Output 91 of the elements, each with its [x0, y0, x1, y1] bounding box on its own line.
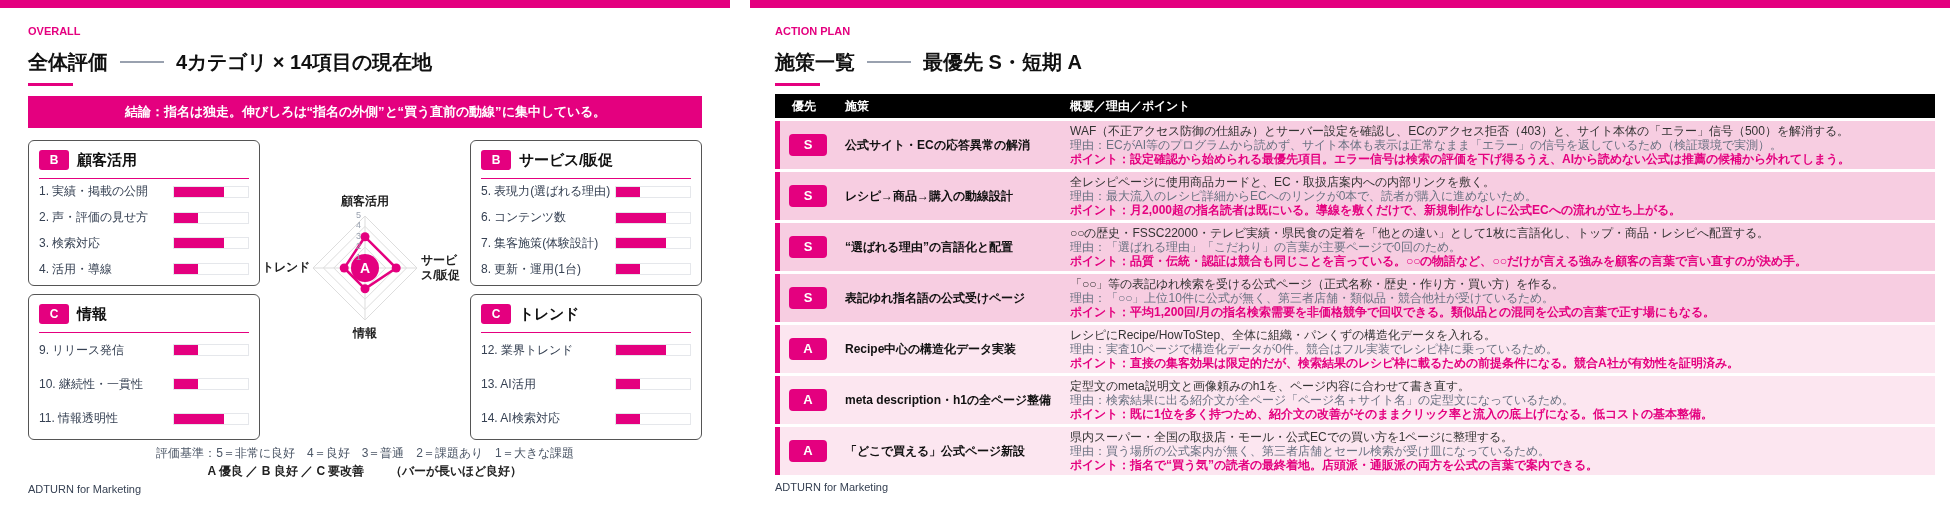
radar-point: [360, 284, 370, 294]
conclusion-banner: 結論：指名は独走。伸びしろは“指名の外側”と“買う直前の動線”に集中している。: [28, 96, 702, 128]
reason-text: 理由：実査10ページで構造化データが0件。競合はフル実装でレシピ枠に乗っているため。: [1070, 342, 1560, 356]
column-header: 概要／理由／ポイント: [1069, 98, 1191, 115]
tick-label: 5: [356, 211, 361, 220]
summary-text: 全レシピページに使用商品カードと、EC・取扱店案内への内部リンクを敷く。: [1070, 175, 1496, 189]
legend-note: （バーが長いほど良好）: [390, 464, 523, 479]
grade-badge: C: [481, 304, 511, 325]
point-text: ポイント：既に1位を多く持つため、紹介文の改善がそのままクリック率と流入の底上げになる。低コストの基本整備。: [1070, 407, 1714, 421]
item-label: 6. コンテンツ数: [481, 210, 568, 226]
priority-badge: S: [789, 236, 827, 258]
tick-label: 4: [356, 221, 361, 231]
summary-text: WAF（不正アクセス防御の仕組み）とサーバー設定を確認し、ECのアクセス拒否（403）と、サイト本体の「エラー」信号（500）を解消する。: [1070, 124, 1850, 138]
category-title: 情報: [77, 304, 107, 324]
grade-badge: C: [39, 304, 69, 325]
reason-text: 理由：「選ばれる理由」「こだわり」の言葉が主要ページで0回のため。: [1070, 240, 1462, 254]
priority-badge: A: [789, 338, 827, 360]
point-text: ポイント：平均1,200回/月の指名検索需要を非価格競争で回収できる。類似品との混同を公式の言葉で正す場にもなる。: [1070, 305, 1717, 319]
measure-title: 「どこで買える」公式ページ新設: [845, 443, 1025, 460]
column-header: 優先: [791, 98, 817, 115]
item-label: 12. 業界トレンド: [481, 342, 574, 358]
section-label: OVERALL: [28, 26, 82, 37]
reason-text: 理由：検索結果に出る紹介文が全ページ「ページ名＋サイト名」の定型文になっているため。: [1070, 393, 1575, 407]
grade-legend-text: A 優良 ／ B 良好 ／ C 要改善: [207, 464, 365, 479]
grade-badge: B: [481, 150, 511, 171]
reason-text: 理由：ECがAI等のプログラムから読めず、サイト本体も表示は正常なまま「エラー」の信号を返しているため（検証環境で実測）。: [1070, 138, 1783, 152]
item-label: 9. リリース発信: [39, 342, 126, 358]
point-text: ポイント：直接の集客効果は限定的だが、検索結果のレシピ枠に載るための前提条件になる。競合A社が有効性を証明済み。: [1070, 356, 1740, 370]
reason-text: 理由：最大流入のレシピ詳細からECへのリンクが0本で、読者が購入に進めないため。: [1070, 189, 1539, 203]
title-dash: [120, 61, 164, 63]
grade-badge: B: [39, 150, 69, 171]
item-label: 13. AI活用: [481, 377, 537, 392]
radar-point: [360, 232, 370, 242]
item-label: 11. 情報透明性: [39, 411, 120, 427]
grade-letter: A: [358, 261, 372, 275]
item-label: 10. 継続性・一貫性: [39, 377, 144, 392]
axis-label: 顧客活用: [340, 194, 390, 209]
point-text: ポイント：品質・伝統・認証は競合も同じことを言っている。○○の物語など、○○だけが言える強みを顧客の言葉で言い直すのが決め手。: [1070, 254, 1808, 268]
grade-circle: [351, 254, 379, 282]
priority-badge: S: [789, 134, 827, 156]
priority-badge: S: [789, 185, 827, 207]
summary-text: ○○の歴史・FSSC22000・テレビ実績・県民食の定着を「他との違い」として1枚に言語化し、トップ・商品・レシピへ配置する。: [1070, 226, 1770, 240]
summary-text: 「○○」等の表記ゆれ検索を受ける公式ページ（正式名称・歴史・作り方・買い方）を作る。: [1070, 277, 1566, 291]
title-underline: [28, 83, 73, 86]
measure-title: meta description・h1の全ページ整備: [845, 392, 1052, 409]
item-label: 8. 更新・運用(1台): [481, 261, 582, 277]
slide-title: 施策一覧: [775, 50, 855, 75]
tick-label: 3: [356, 231, 361, 241]
measure-title: Recipe中心の構造化データ実装: [845, 341, 1017, 358]
category-title: トレンド: [519, 304, 579, 324]
point-text: ポイント：設定確認から始められる最優先項目。エラー信号は検索の評価を下げ得るうえ、AIから読めない公式は推薦の候補から外れてしまう。: [1070, 152, 1851, 166]
summary-text: 定型文のmeta説明文と画像頼みのh1を、ページ内容に合わせて書き直す。: [1070, 379, 1472, 393]
category-title: 顧客活用: [77, 150, 137, 170]
category-title: サービス/販促: [519, 150, 614, 170]
item-label: 5. 表現力(選ばれる理由): [481, 184, 612, 200]
measure-title: “選ばれる理由”の言語化と配置: [845, 239, 1013, 256]
summary-text: 県内スーパー・全国の取扱店・モール・公式ECでの買い方を1ページに整理する。: [1070, 430, 1515, 444]
slide-subtitle: 4カテゴリ × 14項目の現在地: [176, 50, 433, 75]
item-label: 4. 活用・導線: [39, 261, 114, 277]
rating-scale-text: 評価基準：5＝非常に良好 4＝良好 3＝普通 2＝課題あり 1＝大きな課題: [156, 446, 574, 461]
tick-label: 1: [356, 252, 361, 262]
axis-label: サービス/販促: [421, 253, 462, 283]
item-label: 3. 検索対応: [39, 235, 102, 251]
radar-point: [391, 263, 401, 273]
reason-text: 理由：買う場所の公式案内が無く、第三者店舗とセール検索が受け皿になっているため。: [1070, 444, 1551, 458]
axis-label: トレンド: [261, 260, 310, 275]
radar-point: [339, 263, 349, 273]
footer-text: ADTURN for Marketing: [28, 483, 143, 496]
slide-title: 全体評価: [28, 50, 108, 75]
title-underline: [775, 83, 820, 86]
measure-title: レシピ→商品→購入の動線設計: [845, 188, 1013, 205]
summary-text: レシピにRecipe/HowToStep、全体に組織・パンくずの構造化データを入れる。: [1070, 328, 1498, 342]
section-label: ACTION PLAN: [775, 26, 852, 37]
measure-title: 表記ゆれ指名語の公式受けページ: [845, 290, 1025, 307]
item-label: 2. 声・評価の見せ方: [39, 210, 150, 226]
item-label: 7. 集客施策(体験設計): [481, 235, 600, 251]
slide-subtitle: 最優先 S・短期 A: [923, 50, 1082, 75]
priority-badge: A: [789, 389, 827, 411]
column-header: 施策: [844, 98, 870, 115]
point-text: ポイント：指名で“買う気”の読者の最終着地。店頭派・通販派の両方を公式の言葉で案内できる。: [1070, 458, 1599, 472]
measure-title: 公式サイト・ECの応答異常の解消: [845, 137, 1030, 154]
reason-text: 理由：「○○」上位10件に公式が無く、第三者店舗・類似品・競合他社が受けているため。: [1070, 291, 1555, 305]
point-text: ポイント：月2,000超の指名読者は既にいる。導線を敷くだけで、新規制作なしに公式ECへの流れが立ち上がる。: [1070, 203, 1682, 217]
item-label: 1. 実績・掲載の公開: [39, 184, 150, 200]
footer-text: ADTURN for Marketing: [775, 481, 890, 494]
priority-badge: A: [789, 440, 827, 462]
item-label: 14. AI検索対応: [481, 411, 561, 427]
title-dash: [867, 61, 911, 63]
priority-badge: S: [789, 287, 827, 309]
tick-label: 2: [356, 242, 361, 252]
axis-label: 情報: [351, 326, 378, 341]
